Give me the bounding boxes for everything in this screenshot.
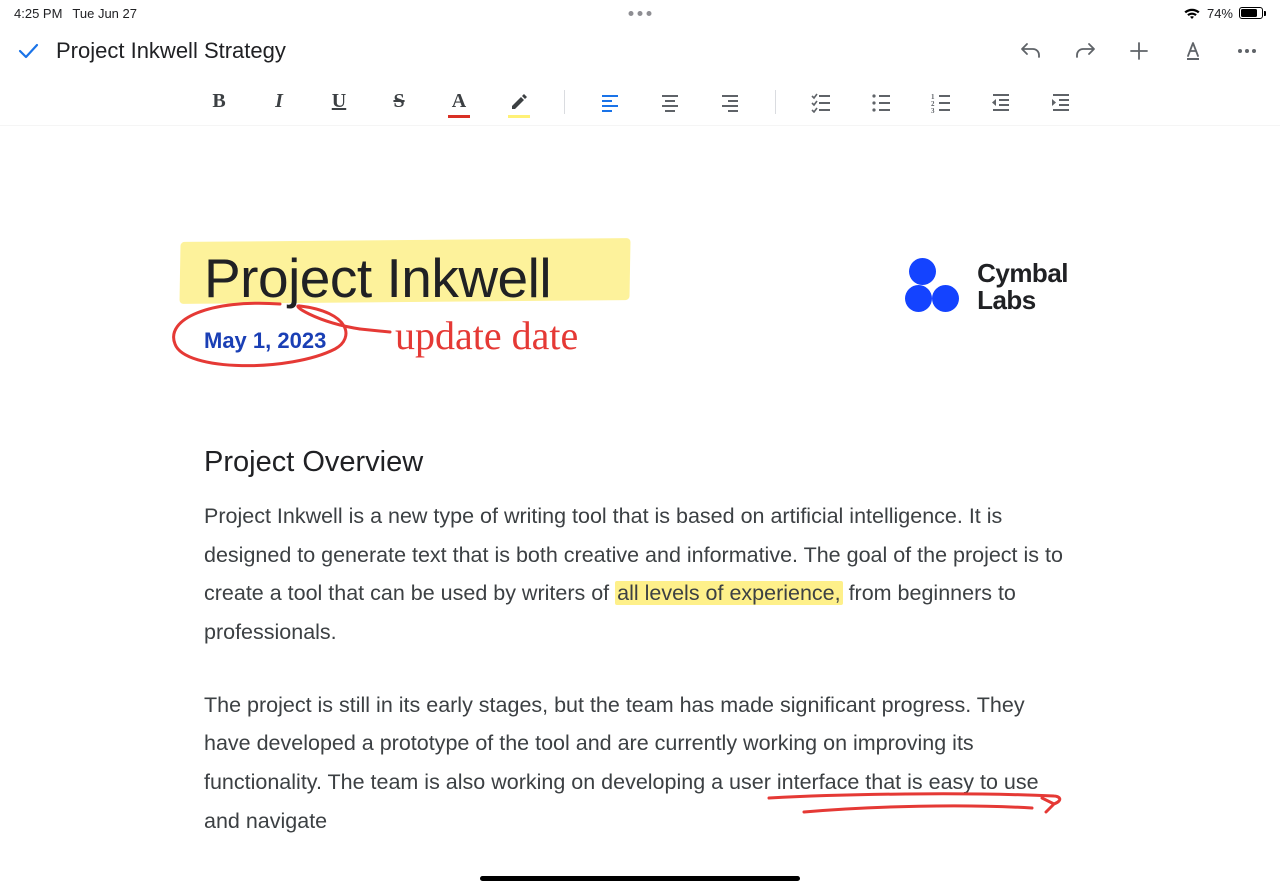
doc-date[interactable]: May 1, 2023 xyxy=(204,328,326,353)
checklist-button[interactable] xyxy=(806,87,836,117)
format-toolbar: B I U S A 123 xyxy=(0,78,1280,126)
status-bar: 4:25 PM Tue Jun 27 74% xyxy=(0,0,1280,24)
insert-button[interactable] xyxy=(1126,38,1152,64)
logo-mark-icon xyxy=(905,258,963,316)
bold-button[interactable]: B xyxy=(204,87,234,117)
logo-text-line1: Cymbal xyxy=(977,260,1068,287)
section-heading[interactable]: Project Overview xyxy=(204,446,1074,479)
battery-icon xyxy=(1239,7,1266,19)
paragraph-2[interactable]: The project is still in its early stages… xyxy=(204,686,1074,841)
company-logo: Cymbal Labs xyxy=(905,258,1068,316)
app-header: Project Inkwell Strategy xyxy=(0,24,1280,78)
align-right-button[interactable] xyxy=(715,87,745,117)
multitask-dots[interactable] xyxy=(629,11,652,16)
toolbar-divider xyxy=(775,90,776,114)
indent-button[interactable] xyxy=(1046,87,1076,117)
outdent-button[interactable] xyxy=(986,87,1016,117)
logo-text-line2: Labs xyxy=(977,287,1068,314)
bullet-list-button[interactable] xyxy=(866,87,896,117)
undo-button[interactable] xyxy=(1018,38,1044,64)
paragraph-1[interactable]: Project Inkwell is a new type of writing… xyxy=(204,497,1074,652)
underline-button[interactable]: U xyxy=(324,87,354,117)
battery-pct: 74% xyxy=(1207,6,1233,21)
home-indicator[interactable] xyxy=(480,876,800,881)
text-format-button[interactable] xyxy=(1180,38,1206,64)
document-title[interactable]: Project Inkwell Strategy xyxy=(56,38,1018,64)
numbered-list-button[interactable]: 123 xyxy=(926,87,956,117)
svg-text:3: 3 xyxy=(931,107,935,113)
highlight-color-button[interactable] xyxy=(504,87,534,117)
done-check-button[interactable] xyxy=(14,39,42,63)
document-canvas[interactable]: Project Inkwell May 1, 2023 update date … xyxy=(0,126,1280,889)
italic-button[interactable]: I xyxy=(264,87,294,117)
text-color-button[interactable]: A xyxy=(444,87,474,117)
toolbar-divider xyxy=(564,90,565,114)
more-menu-button[interactable] xyxy=(1234,38,1260,64)
p1-highlight: all levels of experience, xyxy=(615,581,842,605)
doc-heading[interactable]: Project Inkwell xyxy=(204,246,551,310)
status-date: Tue Jun 27 xyxy=(72,6,137,21)
redo-button[interactable] xyxy=(1072,38,1098,64)
wifi-icon xyxy=(1183,7,1201,20)
status-time: 4:25 PM xyxy=(14,6,62,21)
align-center-button[interactable] xyxy=(655,87,685,117)
strike-button[interactable]: S xyxy=(384,87,414,117)
align-left-button[interactable] xyxy=(595,87,625,117)
